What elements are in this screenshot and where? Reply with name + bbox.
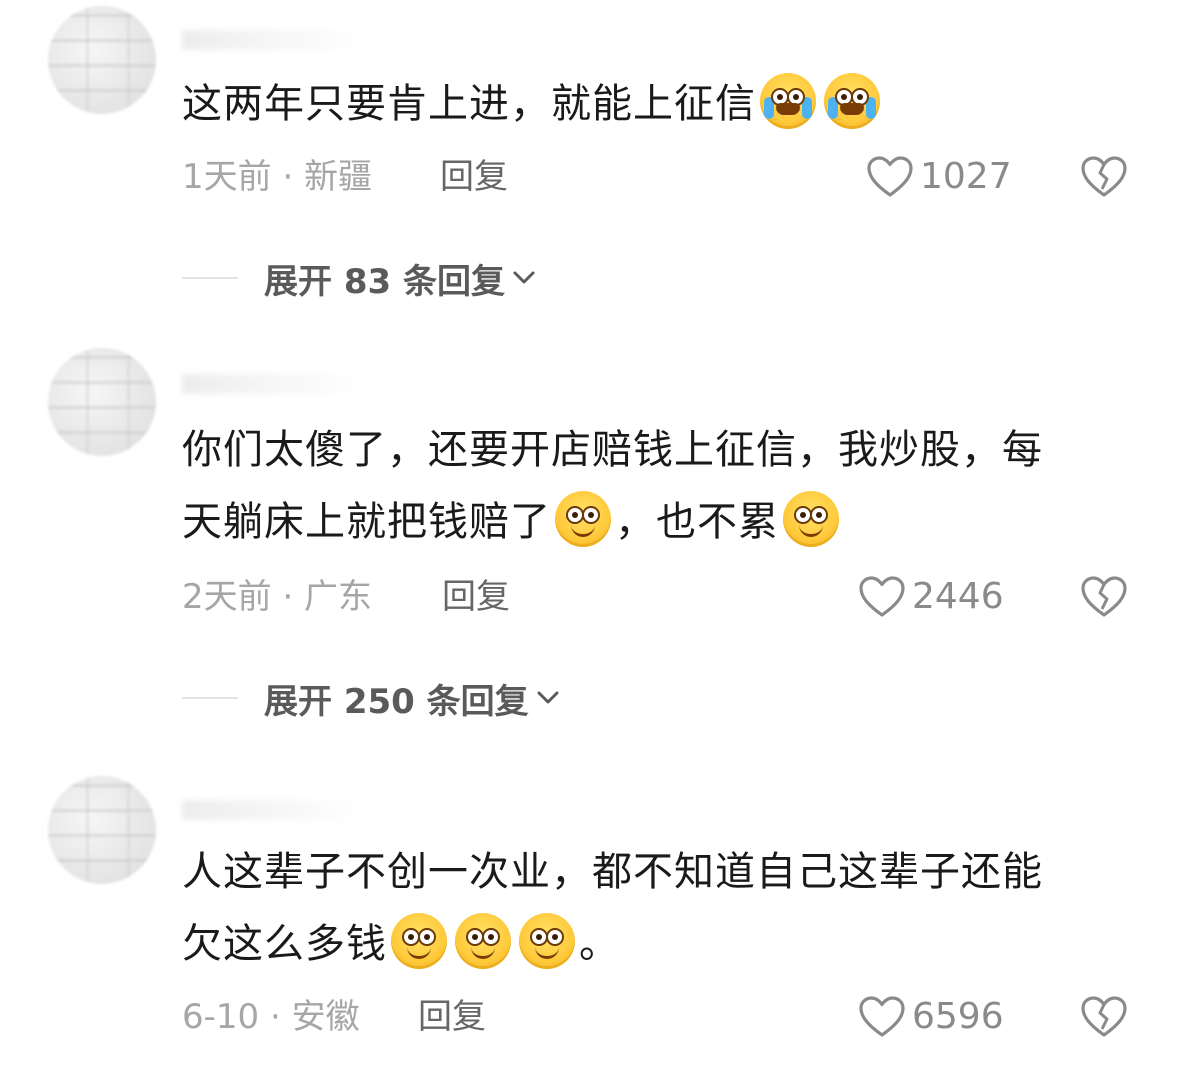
smile-emoji-icon (783, 491, 839, 547)
reply-button[interactable]: 回复 (442, 572, 510, 622)
chevron-down-icon (537, 691, 559, 704)
reply-button[interactable]: 回复 (418, 992, 486, 1042)
avatar[interactable] (48, 348, 156, 456)
username-blurred[interactable] (182, 374, 362, 394)
like-button[interactable]: 1027 (866, 152, 1012, 202)
heart-icon (859, 576, 905, 617)
username-blurred[interactable] (182, 800, 362, 820)
expand-replies-button[interactable]: 展开 250 条回复 (182, 673, 561, 723)
comment-text: 人这辈子不创一次业，都不知道自己这辈子还能 欠这么多钱。 (182, 849, 1043, 969)
broken-heart-icon[interactable] (1080, 995, 1128, 1039)
crying-laughing-emoji-icon (760, 73, 816, 129)
comment-text: 这两年只要肯上进，就能上征信 (182, 68, 1142, 140)
like-count: 6596 (912, 996, 1004, 1037)
avatar[interactable] (48, 6, 156, 114)
broken-heart-icon[interactable] (1080, 155, 1128, 199)
broken-heart-icon[interactable] (1080, 575, 1128, 619)
smile-emoji-icon (455, 913, 511, 969)
comment-text: 你们太傻了，还要开店赔钱上征信，我炒股，每 天躺床上就把钱赔了 ，也不累 (182, 427, 1043, 547)
reply-button[interactable]: 回复 (440, 152, 508, 202)
like-count: 1027 (920, 156, 1012, 197)
expand-replies-button[interactable]: 展开 83 条回复 (182, 253, 537, 303)
time-location: 6-10 · 安徽 (182, 997, 360, 1037)
chevron-down-icon (513, 271, 535, 284)
divider-line (182, 277, 238, 279)
expand-replies-label: 展开 83 条回复 (264, 261, 505, 302)
divider-line (182, 697, 238, 699)
crying-laughing-emoji-icon (824, 73, 880, 129)
smile-emoji-icon (391, 913, 447, 969)
heart-icon (859, 996, 905, 1037)
smile-emoji-icon (555, 491, 611, 547)
time-location: 2天前 · 广东 (182, 577, 373, 617)
avatar[interactable] (48, 776, 156, 884)
username-blurred[interactable] (182, 30, 362, 50)
expand-replies-label: 展开 250 条回复 (264, 681, 529, 722)
time-location: 1天前 · 新疆 (182, 157, 373, 197)
smile-emoji-icon (519, 913, 575, 969)
like-count: 2446 (912, 576, 1004, 617)
like-button[interactable]: 2446 (858, 572, 1004, 622)
heart-icon (867, 156, 913, 197)
like-button[interactable]: 6596 (858, 992, 1004, 1042)
